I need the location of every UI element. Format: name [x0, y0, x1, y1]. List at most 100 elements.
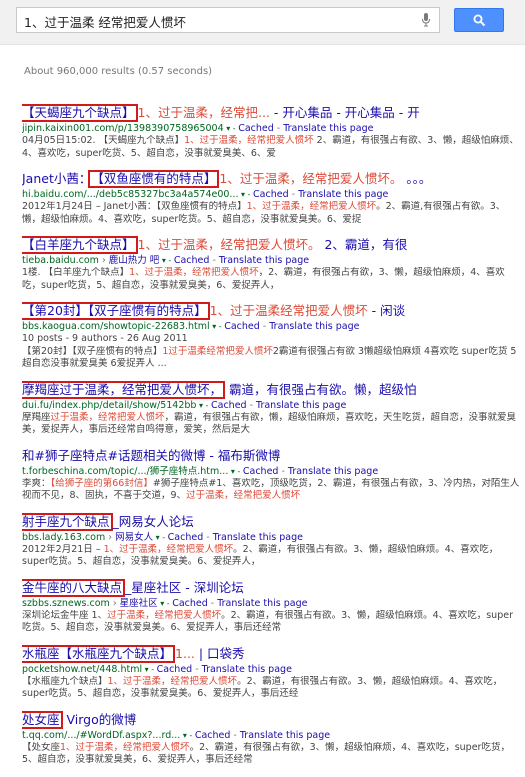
result-options-caret-icon[interactable]: ▾ -	[180, 731, 195, 740]
snippet-text: 【第20封】【双子座惯有的特点】	[22, 345, 163, 357]
result-options-caret-icon[interactable]: ▾ -	[210, 322, 225, 331]
result-title-rest[interactable]: _网易女人论坛	[113, 514, 194, 529]
cached-link[interactable]: Cached	[168, 532, 204, 543]
result-options-caret-icon[interactable]: ▾ -	[239, 190, 254, 199]
cached-link[interactable]: Cached	[157, 664, 193, 675]
translate-link[interactable]: Translate this page	[202, 664, 292, 675]
snippet-match: 1、过于温柔，经常把爱人惯坏	[184, 135, 314, 146]
result-url-line: jipin.kaixin001.com/p/1398390758965004 ▾…	[22, 122, 522, 135]
result-title-rest[interactable]: 2、霸道，有很	[320, 237, 407, 252]
result-title-highlight[interactable]: 【双鱼座惯有的特点】	[88, 170, 220, 188]
translate-link[interactable]: Translate this page	[283, 123, 373, 134]
result-title-prefix[interactable]: Janet小茜：	[22, 171, 91, 186]
result-title-rest[interactable]: - 闲谈	[368, 303, 406, 318]
result-title[interactable]: 金牛座的八大缺点 _星座社区 - 深圳论坛	[22, 578, 522, 597]
microphone-icon[interactable]	[421, 12, 431, 28]
cached-link[interactable]: Cached	[195, 730, 231, 741]
result-title-prefix[interactable]: 和#狮子座特点#话题相关的微博 - 福布斯微博	[22, 448, 280, 463]
cached-link[interactable]: Cached	[224, 321, 260, 332]
snippet-text: 2012年2月21日 –	[22, 543, 104, 555]
cached-link[interactable]: Cached	[172, 598, 208, 609]
result-breadcrumb-link[interactable]: 网易女人	[115, 532, 153, 543]
result-title-highlight[interactable]: 【第20封】【双子座惯有的特点】	[22, 302, 210, 320]
result-title[interactable]: Janet小茜：【双鱼座惯有的特点】 1、过于温柔，经常把爱人惯坏。 。。。	[22, 170, 522, 188]
result-url-line: pocketshow.net/448.html ▾ - Cached - Tra…	[22, 663, 522, 676]
result-url: jipin.kaixin001.com/p/1398390758965004	[22, 123, 224, 134]
result-title-match[interactable]: 1...	[175, 646, 195, 661]
translate-link[interactable]: Translate this page	[288, 466, 378, 477]
translate-link[interactable]: Translate this page	[269, 321, 359, 332]
result-breadcrumb-link[interactable]: 星座社区	[120, 598, 158, 609]
result-title[interactable]: 【天蝎座九个缺点】 1、过于温柔，经常把... - 开心集品 - 开心集品 - 开	[22, 104, 522, 122]
result-url: t.forbeschina.com/topic/.../狮子座特点.htm...	[22, 465, 229, 477]
search-button[interactable]	[454, 8, 504, 32]
result-title[interactable]: 【白羊座九个缺点】 1、过于温柔，经常把爱人惯坏。 2、霸道，有很	[22, 236, 522, 254]
search-icon	[473, 14, 486, 27]
translate-link[interactable]: Translate this page	[217, 598, 307, 609]
result-title-rest[interactable]: 霸道，有很强占有欲。懒，超级怕	[225, 382, 417, 397]
cached-link[interactable]: Cached	[253, 189, 289, 200]
search-input[interactable]: 1、过于温柔 经常把爱人惯坏	[16, 7, 440, 33]
result-title-rest[interactable]: | 口袋秀	[195, 646, 245, 661]
result-title[interactable]: 【第20封】【双子座惯有的特点】 1、过于温柔经常把爱人惯坏 - 闲谈	[22, 302, 522, 320]
result-title-highlight[interactable]: 射手座九个缺点	[22, 512, 113, 531]
result-url: bbs.kaogua.com/showtopic-22683.html	[22, 321, 210, 332]
result-gap	[22, 569, 522, 579]
result-breadcrumb-link[interactable]: 鹿山热力 吧	[109, 255, 160, 266]
result-title-highlight[interactable]: 摩羯座过于温柔，经常把爱人惯坏，	[22, 380, 226, 399]
result-gap	[22, 226, 522, 236]
result-title-match[interactable]: 1、过于温柔，经常把爱人惯坏。	[219, 171, 402, 186]
result-url: bbs.lady.163.com	[22, 531, 106, 543]
result-options-caret-icon[interactable]: ▾ -	[142, 665, 157, 674]
cached-link[interactable]: Cached	[238, 123, 274, 134]
snippet-match: 过于温柔，经常把爱人惯坏	[50, 411, 165, 423]
snippet-match: 1过于温柔经常把爱人惯坏	[162, 345, 273, 357]
cached-link[interactable]: Cached	[211, 400, 247, 411]
result-stats: About 960,000 results (0.57 seconds)	[24, 66, 213, 77]
snippet-match: 1、过于温柔，经常把爱人惯坏	[129, 267, 259, 278]
result-title-highlight[interactable]: 水瓶座【水瓶座九个缺点】	[22, 644, 176, 663]
result-options-caret-icon[interactable]: ▾ -	[159, 256, 174, 265]
search-result: 摩羯座过于温柔，经常把爱人惯坏， 霸道，有很强占有欲。懒，超级怕 dui.fu/i…	[22, 380, 522, 447]
snippet-text: 1楼. 【白羊座九个缺点】	[22, 267, 130, 278]
cached-link[interactable]: Cached	[243, 466, 279, 477]
translate-link[interactable]: Translate this page	[256, 400, 346, 411]
translate-link[interactable]: Translate this page	[240, 730, 330, 741]
result-url-line: szbbs.sznews.com › 星座社区 ▾ - Cached - Tra…	[22, 597, 522, 610]
result-snippet: 李爽：【给狮子座的第66封信】#狮子座特点#1、喜欢吃，顶级吃货，2、霸道，有很…	[22, 478, 522, 503]
result-title-highlight[interactable]: 金牛座的八大缺点	[22, 578, 126, 597]
result-snippet: 【第20封】【双子座惯有的特点】1过于温柔经常把爱人惯坏2霸道有很强占有欲 3懒…	[22, 346, 522, 371]
result-title-rest[interactable]: Virgo的微博	[63, 712, 136, 727]
result-title-highlight[interactable]: 【白羊座九个缺点】	[22, 236, 138, 254]
result-options-caret-icon[interactable]: ▾ -	[224, 124, 239, 133]
result-title-rest[interactable]: _星座社区 - 深圳论坛	[125, 580, 244, 595]
result-title[interactable]: 处女座 Virgo的微博	[22, 710, 522, 729]
result-gap	[22, 160, 522, 170]
result-title-highlight[interactable]: 处女座	[22, 710, 63, 729]
result-options-caret-icon[interactable]: ▾ -	[196, 401, 211, 410]
result-url-line: t.qq.com/.../#WordDf.aspx?...rd... ▾ - C…	[22, 729, 522, 742]
result-options-caret-icon[interactable]: ▾ -	[228, 467, 243, 476]
translate-link[interactable]: Translate this page	[213, 532, 303, 543]
result-options-caret-icon[interactable]: ▾ -	[158, 599, 173, 608]
result-title[interactable]: 水瓶座【水瓶座九个缺点】 1... | 口袋秀	[22, 644, 522, 663]
translate-link[interactable]: Translate this page	[219, 255, 309, 266]
result-title-highlight[interactable]: 【天蝎座九个缺点】	[22, 104, 138, 122]
translate-link[interactable]: Translate this page	[298, 189, 388, 200]
result-title[interactable]: 摩羯座过于温柔，经常把爱人惯坏， 霸道，有很强占有欲。懒，超级怕	[22, 380, 522, 399]
result-options-caret-icon[interactable]: ▾ -	[153, 533, 168, 542]
cached-link[interactable]: Cached	[174, 255, 210, 266]
result-title-rest[interactable]: 。。。	[402, 171, 431, 186]
result-url-line: hi.baidu.com/.../deb5c85327bc3a4a574e00.…	[22, 188, 522, 201]
search-result: 和#狮子座特点#话题相关的微博 - 福布斯微博 t.forbeschina.com…	[22, 447, 522, 513]
search-result: 处女座 Virgo的微博 t.qq.com/.../#WordDf.aspx?..…	[22, 710, 522, 777]
snippet-match: 1、过于温柔，经常把爱人惯坏	[103, 543, 234, 555]
result-title[interactable]: 射手座九个缺点 _网易女人论坛	[22, 512, 522, 531]
breadcrumb-separator: ›	[98, 255, 109, 266]
result-title-rest[interactable]: - 开心集品 - 开心集品 - 开	[270, 105, 420, 120]
snippet-match: 过于温柔，经常把爱人惯坏	[107, 609, 222, 621]
result-title-match[interactable]: 1、过于温柔经常把爱人惯坏	[210, 303, 368, 318]
result-title-match[interactable]: 1、过于温柔，经常把爱人惯坏。	[138, 237, 321, 252]
result-title-match[interactable]: 1、过于温柔，经常把...	[138, 105, 270, 120]
result-title[interactable]: 和#狮子座特点#话题相关的微博 - 福布斯微博	[22, 447, 522, 465]
